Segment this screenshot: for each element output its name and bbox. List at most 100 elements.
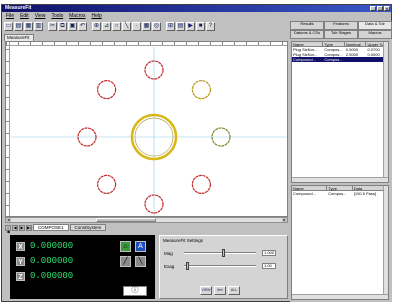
col-nominal[interactable]: Nominal [345,42,367,47]
cell-name: Compound... [293,191,316,196]
vertical-ruler [6,42,10,216]
title-bar[interactable]: MeasureFit _ □ × [2,5,391,12]
zero-x-icon[interactable]: ⌂ [120,241,131,252]
part-canvas[interactable] [6,42,288,217]
references-vertical-scrollbar[interactable] [383,186,388,299]
compose-icon[interactable]: ⊞ [166,22,175,31]
save-icon[interactable]: ▦ [24,22,33,31]
tab-next-button[interactable]: ▶ [19,224,25,231]
view-horizontal-scrollbar[interactable]: ◂ ▸ [5,217,288,223]
tab-data-tolr[interactable]: Data & Tolr [358,21,392,30]
x-axis-label: X [16,241,25,251]
cell-type: Compos... [328,191,347,196]
tab-tolr-stages[interactable]: Tolr Stages [324,30,358,39]
features-horizontal-scrollbar[interactable] [292,177,388,182]
undo-icon[interactable]: ↶ [78,22,87,31]
report-icon[interactable]: ▤ [176,22,185,31]
new-icon[interactable]: ▭ [4,22,13,31]
main-toolbar: ▭ ▤ ▦ ▥ ✂ ⧉ ▣ ↶ ⊕ ⊿ ○ ╲ · ▦ ◎ ⊞ ▤ ▶ ■? [4,21,288,32]
mag-slider[interactable] [184,249,256,257]
bolt-hole-circle[interactable] [96,79,117,100]
stop-icon[interactable]: ■ [196,22,205,31]
menu-tools[interactable]: Tools [51,13,63,20]
maximize-button[interactable]: □ [377,6,383,11]
tab-constsystem[interactable]: ConstSystem [69,224,107,231]
col-name[interactable]: Name [292,186,328,191]
table-row-selected[interactable]: Compound... Compos... [292,57,388,62]
features-vertical-scrollbar[interactable] [383,42,388,182]
view-button[interactable]: VIEW [200,286,212,295]
menu-help[interactable]: Help [92,13,102,20]
y-axis-label: Y [16,256,25,266]
x-value: 0.000000 [30,241,74,251]
exag-slider[interactable] [184,262,256,270]
dro-row-x: X 0.000000 [16,241,73,251]
scroll-left-icon[interactable]: ◂ [6,218,11,222]
menu-file[interactable]: File [6,13,14,20]
bolt-hole-circle[interactable] [96,174,117,194]
exag-slider-thumb[interactable] [186,262,189,270]
cut-icon[interactable]: ✂ [48,22,57,31]
settings-panel: MeasureFit Settings Mag 1.000 Exag 1.00 … [159,235,288,299]
print-icon[interactable]: ▥ [34,22,43,31]
minimize-button[interactable]: _ [370,6,376,11]
circle-icon[interactable]: ○ [112,22,121,31]
measure-icon[interactable]: ⊿ [102,22,111,31]
menu-bar: File Edit View Tools Macros Help [2,13,391,20]
features-list: Name Type Nominal Upper Tol Plug SizNor.… [291,41,389,183]
cell-type: Compos... [324,57,343,62]
scroll-thumb[interactable] [96,218,156,222]
tab-results[interactable]: Results [290,21,324,30]
exag-value-field[interactable]: 1.00 [262,263,276,269]
tab-last-button[interactable]: ▶| [26,224,32,231]
exag-row: Exag 1.00 [164,262,276,270]
copy-icon[interactable]: ⧉ [58,22,67,31]
info-logo-icon[interactable]: ⓘ [123,286,147,296]
view-tab[interactable]: MeasureFit [4,34,34,41]
mag-value-field[interactable]: 1.000 [262,250,276,256]
menu-view[interactable]: View [35,13,46,20]
help-icon[interactable]: ? [206,22,215,31]
mag-label: Mag [164,250,173,256]
tab-features[interactable]: Features [324,21,358,30]
run-icon[interactable]: ▶ [186,22,195,31]
target-icon[interactable]: ◎ [152,22,161,31]
col-type[interactable]: Type [323,42,345,47]
close-button[interactable]: × [384,6,390,11]
line-icon[interactable]: ╲ [122,22,131,31]
open-icon[interactable]: ▤ [14,22,23,31]
cell-name: Compound... [293,57,316,62]
tab-first-button[interactable]: |◀ [5,224,11,233]
paste-icon[interactable]: ▣ [68,22,77,31]
menu-edit[interactable]: Edit [20,13,29,20]
point-icon[interactable]: · [132,22,141,31]
col-name[interactable]: Name [292,42,324,47]
digital-readout: X 0.000000 Y 0.000000 Z 0.000000 ⌂ A ╱ ╲… [10,235,155,299]
horizontal-ruler [6,42,287,46]
measure-line-icon[interactable]: ╲ [135,256,146,267]
exag-label: Exag [164,263,175,269]
menu-macros[interactable]: Macros [69,13,85,20]
mag-slider-thumb[interactable] [222,249,225,257]
tab-compose1[interactable]: COMPOSE1 [33,224,69,231]
scroll-right-icon[interactable]: ▸ [282,218,287,222]
mag-row: Mag 1.000 [164,249,276,257]
tab-prev-button[interactable]: ◀ [12,224,18,231]
tab-macros[interactable]: Macros [358,30,392,39]
document-tabs: |◀ ◀ ▶ ▶| COMPOSE1 ConstSystem [5,224,288,233]
bolt-hole-circle[interactable] [191,79,211,100]
col-type[interactable]: Type [327,186,353,191]
tab-datums[interactable]: Datums & CSs [290,30,324,39]
all-button[interactable]: ALL [228,286,240,295]
references-horizontal-scrollbar[interactable] [292,294,388,299]
zoom-button[interactable]: ⊕⊖ [214,286,226,295]
dro-row-z: Z 0.000000 [16,271,73,281]
grid-icon[interactable]: ▦ [142,22,151,31]
measurement-view[interactable] [5,41,288,217]
y-value: 0.000000 [30,256,74,266]
bolt-hole-circle[interactable] [191,174,211,194]
list-item[interactable]: Compound... Compos... [100.5 Pass] [292,191,388,196]
axis-toggle-icon[interactable]: A [135,241,146,252]
measure-angle-icon[interactable]: ╱ [120,256,131,267]
zoom-icon[interactable]: ⊕ [92,22,101,31]
